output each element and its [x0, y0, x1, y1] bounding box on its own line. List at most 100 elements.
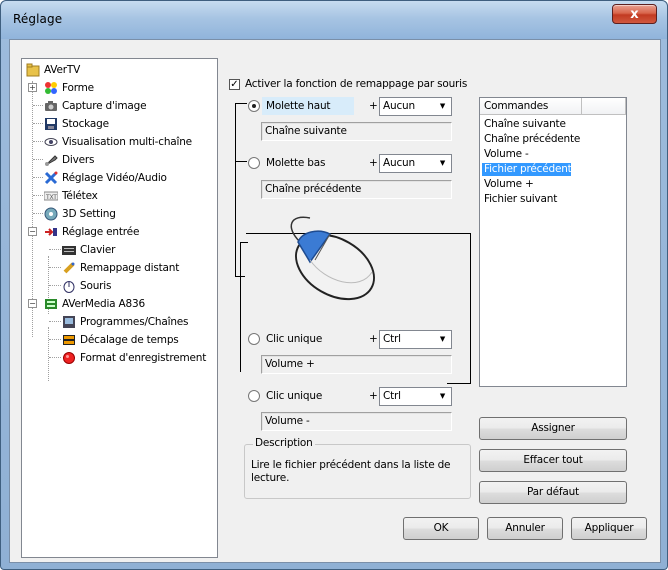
wheel-down-radio[interactable]: [248, 157, 260, 169]
tree-line: [49, 285, 61, 286]
connector-line: [470, 233, 471, 383]
commands-column-header[interactable]: Commandes: [480, 98, 582, 115]
tree-item-label: AVerMedia A836: [62, 297, 145, 310]
action-value: Chaîne précédente: [265, 183, 362, 195]
enable-remap-label: Activer la fonction de remappage par sou…: [245, 78, 468, 90]
default-button[interactable]: Par défaut: [479, 481, 627, 504]
list-item[interactable]: Volume +: [482, 178, 534, 191]
list-item[interactable]: Fichier suivant: [482, 193, 557, 206]
tree-item-avermedia[interactable]: AVerMedia A836: [44, 295, 145, 312]
folder-icon: [26, 63, 40, 77]
close-button[interactable]: x: [612, 4, 657, 24]
tree-item-video-audio[interactable]: Réglage Vidéo/Audio: [44, 169, 167, 186]
description-text: Lire le fichier précédent dans la liste …: [251, 459, 451, 484]
tree-line: [33, 159, 43, 160]
tree-item-label: Capture d'image: [62, 99, 147, 112]
tree-line: [49, 249, 61, 250]
tree-item-label: Stockage: [62, 117, 109, 130]
tree-item-label: Clavier: [80, 243, 116, 256]
tree-item-remote[interactable]: Remappage distant: [62, 259, 179, 276]
clear-all-button[interactable]: Effacer tout: [479, 449, 627, 472]
wrench-icon: [44, 153, 58, 167]
action-value: Volume +: [265, 358, 315, 370]
wheel-up-action-field: Chaîne suivante: [261, 122, 452, 141]
wheel-up-label: Molette haut: [266, 100, 331, 112]
settings-tree[interactable]: AVerTV + Forme Capture d'image Stockage …: [21, 58, 218, 558]
close-icon: x: [630, 6, 639, 22]
tree-item-multichannel[interactable]: Visualisation multi-chaîne: [44, 133, 192, 150]
list-item[interactable]: Chaîne précédente: [482, 133, 580, 146]
tree-line: [49, 267, 61, 268]
tree-item-avertv[interactable]: AVerTV: [26, 61, 80, 78]
select-value: Ctrl: [383, 390, 401, 402]
collapse-icon[interactable]: −: [28, 299, 37, 308]
tree-line: [49, 357, 61, 358]
wheel-down-modifier-select[interactable]: Aucun ▼: [379, 154, 452, 173]
tree-item-label: Remappage distant: [80, 261, 180, 274]
column-header-empty[interactable]: [582, 98, 626, 115]
tree-item-channels[interactable]: Programmes/Chaînes: [62, 313, 189, 330]
channel-icon: [62, 315, 76, 329]
ok-button[interactable]: OK: [403, 517, 479, 540]
tree-item-timeshift[interactable]: Décalage de temps: [62, 331, 179, 348]
chevron-down-icon[interactable]: ▼: [435, 389, 450, 404]
click2-modifier-select[interactable]: Ctrl ▼: [379, 387, 452, 406]
tree-item-keyboard[interactable]: Clavier: [62, 241, 115, 258]
settings-window: Réglage x AVerTV + Forme Capture d'image…: [0, 0, 668, 570]
tree-item-label: AVerTV: [44, 63, 81, 76]
click1-radio[interactable]: [248, 333, 260, 345]
list-item[interactable]: Chaîne suivante: [482, 118, 566, 131]
keyboard-icon: [62, 243, 76, 257]
assign-button[interactable]: Assigner: [479, 417, 627, 440]
tree-item-label: Visualisation multi-chaîne: [62, 135, 192, 148]
tree-item-label: Réglage Vidéo/Audio: [62, 171, 167, 184]
palette-icon: [44, 81, 58, 95]
plus-sign: +: [369, 390, 378, 402]
wheel-up-radio[interactable]: [248, 100, 260, 112]
tree-line: [33, 195, 43, 196]
click1-action-field: Volume +: [261, 355, 452, 374]
remote-icon: [62, 261, 76, 275]
tree-item-3d[interactable]: 3D Setting: [44, 205, 116, 222]
select-value: Aucun: [383, 100, 415, 112]
device-icon: [44, 297, 58, 311]
chevron-down-icon[interactable]: ▼: [435, 99, 450, 114]
apply-button[interactable]: Appliquer: [571, 517, 647, 540]
tree-item-label: Programmes/Chaînes: [80, 315, 189, 328]
tree-item-record-format[interactable]: Format d'enregistrement: [62, 349, 206, 366]
commands-list[interactable]: Commandes Chaîne suivante Chaîne précéde…: [479, 97, 627, 387]
mouse-illustration: [290, 216, 375, 301]
list-item-selected[interactable]: Fichier précédent: [482, 163, 572, 176]
camera-icon: [44, 99, 58, 113]
tree-item-capture[interactable]: Capture d'image: [44, 97, 147, 114]
click1-modifier-select[interactable]: Ctrl ▼: [379, 330, 452, 349]
tree-item-teletext[interactable]: TXT Télétex: [43, 187, 98, 204]
list-item[interactable]: Volume -: [482, 148, 529, 161]
expand-icon[interactable]: +: [28, 83, 37, 92]
tree-item-divers[interactable]: Divers: [44, 151, 94, 168]
select-value: Aucun: [383, 157, 415, 169]
wheel-up-modifier-select[interactable]: Aucun ▼: [379, 97, 452, 116]
plus-sign: +: [369, 157, 378, 169]
tree-item-stockage[interactable]: Stockage: [44, 115, 109, 132]
cancel-button[interactable]: Annuler: [487, 517, 563, 540]
tree-line: [48, 327, 49, 381]
tree-line: [33, 123, 43, 124]
tree-item-label: Divers: [62, 153, 95, 166]
window-title: Réglage: [13, 12, 63, 26]
tree-item-input[interactable]: Réglage entrée: [44, 223, 139, 240]
tree-item-forme[interactable]: Forme: [44, 79, 94, 96]
enable-remap-checkbox[interactable]: ✓: [229, 79, 240, 90]
collapse-icon[interactable]: −: [28, 227, 37, 236]
description-group: Description Lire le fichier précédent da…: [244, 437, 471, 499]
action-value: Volume -: [265, 415, 310, 427]
tree-line: [33, 177, 43, 178]
tree-item-label: Souris: [80, 279, 112, 292]
chevron-down-icon[interactable]: ▼: [435, 332, 450, 347]
description-legend: Description: [253, 437, 315, 449]
tree-item-mouse[interactable]: Souris: [62, 277, 111, 294]
select-value: Ctrl: [383, 333, 401, 345]
chevron-down-icon[interactable]: ▼: [435, 156, 450, 171]
click2-radio[interactable]: [248, 390, 260, 402]
title-bar[interactable]: Réglage x: [1, 1, 667, 39]
